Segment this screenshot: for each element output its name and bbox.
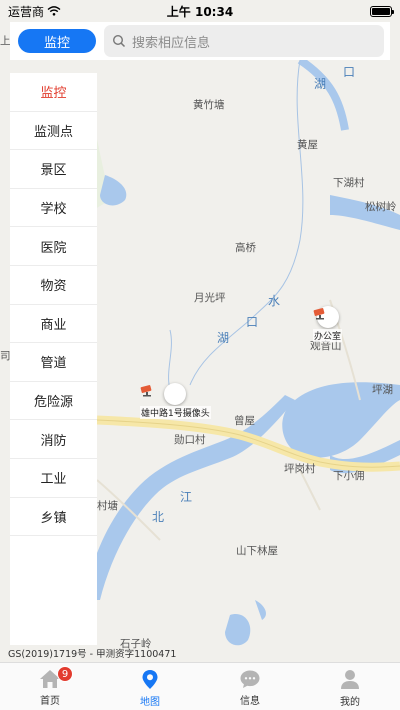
search-icon (112, 34, 126, 48)
menu-item[interactable]: 工业 (10, 459, 97, 498)
menu-item[interactable]: 消防 (10, 420, 97, 459)
map-label: 村塘 (97, 500, 118, 512)
water-label: 江 (180, 490, 193, 504)
camera-marker[interactable]: 办公室 (313, 306, 343, 342)
map-label: 坪岗村 (284, 463, 316, 475)
menu-item[interactable]: 景区 (10, 150, 97, 189)
notification-badge: 9 (57, 666, 73, 682)
camera-marker[interactable]: 雄中路1号摄像头 (140, 383, 211, 419)
menu-item[interactable]: 监测点 (10, 112, 97, 151)
map-label: 黄屋 (297, 139, 318, 151)
wifi-icon (47, 6, 61, 16)
menu-item[interactable]: 监控 (10, 73, 97, 112)
menu-item[interactable]: 乡镇 (10, 498, 97, 537)
map-pin-icon (142, 670, 158, 689)
water-label: 口 (343, 65, 356, 79)
category-menu: 监控 监测点 景区 学校 医院 物资 商业 管道 危险源 消防 工业 乡镇 (10, 73, 97, 645)
map-label: 黄竹塘 (193, 99, 225, 111)
tab-home[interactable]: 9 首页 (0, 663, 100, 710)
map-label: 山下林屋 (236, 545, 278, 557)
map-label: 坪湖 (372, 384, 393, 396)
tab-label: 地图 (140, 697, 160, 708)
map-label: 高桥 (235, 242, 256, 254)
message-icon (240, 670, 260, 688)
menu-item[interactable]: 危险源 (10, 382, 97, 421)
map-copyright: GS(2019)1719号 - 甲测资字1100471 (8, 649, 177, 660)
map-label: 曾屋 (234, 415, 255, 427)
carrier-label: 运营商 (8, 4, 45, 19)
map-label: 勋口村 (174, 434, 206, 446)
water-label: 水 (268, 294, 281, 308)
tab-map[interactable]: 地图 (100, 663, 200, 710)
camera-marker-caption: 办公室 (313, 329, 343, 342)
tab-label: 首页 (40, 696, 60, 707)
menu-item[interactable]: 商业 (10, 305, 97, 344)
water-label: 北 (152, 510, 165, 524)
map-label: 月光坪 (194, 292, 226, 304)
menu-item[interactable]: 管道 (10, 343, 97, 382)
tab-profile[interactable]: 我的 (300, 663, 400, 710)
map-label: 下小佣 (333, 470, 365, 482)
monitor-button[interactable]: 监控 (18, 29, 96, 53)
tab-bar: 9 首页 地图 信息 我的 (0, 662, 400, 710)
tab-label: 信息 (240, 696, 260, 707)
camera-icon (140, 383, 187, 405)
menu-item[interactable]: 医院 (10, 227, 97, 266)
top-bar: 监控 搜索相应信息 (10, 22, 390, 60)
search-placeholder: 搜索相应信息 (132, 35, 211, 51)
status-bar: 运营商 上午 10:34 (0, 0, 400, 22)
menu-item[interactable]: 学校 (10, 189, 97, 228)
search-input[interactable]: 搜索相应信息 (104, 25, 384, 57)
water-label: 口 (246, 315, 259, 329)
camera-icon (313, 306, 339, 328)
battery-icon (370, 5, 394, 17)
map-label: 司 (0, 350, 11, 362)
user-icon (341, 670, 359, 689)
tab-messages[interactable]: 信息 (200, 663, 300, 710)
water-label: 湖 (314, 77, 327, 91)
map-label: 上 (0, 35, 11, 47)
map-label: 松树岭 (365, 201, 397, 213)
tab-label: 我的 (340, 697, 360, 708)
map-label: 下湖村 (333, 177, 365, 189)
menu-item[interactable]: 物资 (10, 266, 97, 305)
camera-marker-caption: 雄中路1号摄像头 (140, 406, 211, 419)
water-label: 湖 (217, 331, 230, 345)
